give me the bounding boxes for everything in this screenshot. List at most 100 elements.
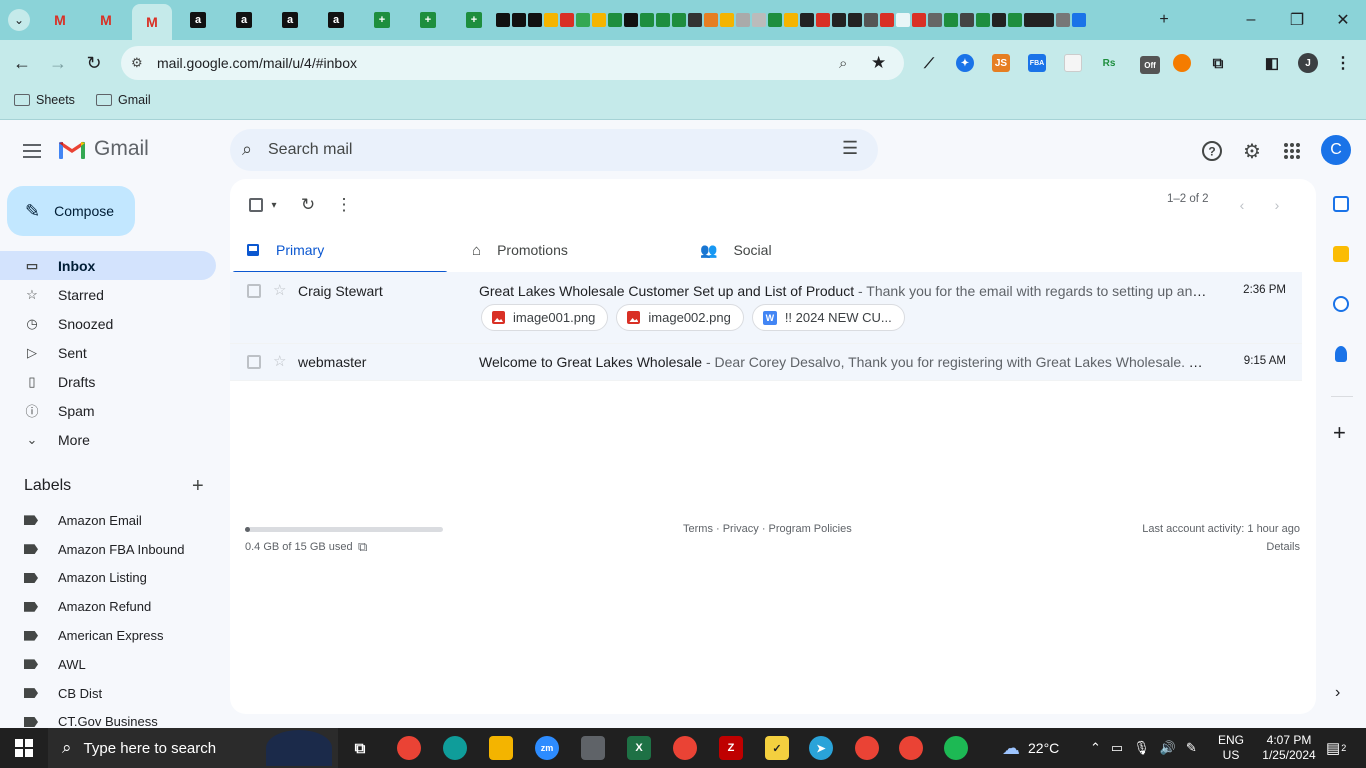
- app-icon[interactable]: [752, 13, 766, 27]
- previous-page-icon[interactable]: ‹: [1230, 193, 1254, 217]
- app-icon[interactable]: [864, 13, 878, 27]
- amazon-icon[interactable]: [512, 13, 526, 27]
- show-side-panel-icon[interactable]: ›: [1335, 684, 1340, 702]
- app-icon[interactable]: [944, 13, 958, 27]
- browser-tab[interactable]: +: [362, 6, 402, 34]
- label-item[interactable]: CB Dist: [0, 679, 216, 708]
- gmail-icon[interactable]: [560, 13, 574, 27]
- app-icon[interactable]: [1072, 13, 1086, 27]
- refresh-icon[interactable]: ↻: [296, 193, 320, 217]
- volume-icon[interactable]: 🔊: [1160, 740, 1176, 756]
- label-item[interactable]: Amazon Listing: [0, 564, 216, 593]
- nav-item-snoozed[interactable]: ◷ Snoozed: [0, 309, 216, 338]
- search-icon[interactable]: ⌕: [242, 139, 252, 160]
- side-panel-icon[interactable]: ◧: [1263, 54, 1281, 72]
- close-window-button[interactable]: ✕: [1320, 0, 1366, 40]
- search-options-icon[interactable]: ☰: [842, 138, 858, 159]
- bookmark-folder-sheets[interactable]: Sheets: [14, 93, 75, 107]
- url-text[interactable]: mail.google.com/mail/u/4/#inbox: [157, 55, 357, 71]
- attachment-chip[interactable]: W !! 2024 NEW CU...: [751, 304, 905, 331]
- forward-button[interactable]: →: [43, 48, 73, 78]
- sheets-icon[interactable]: [640, 13, 654, 27]
- app-icon[interactable]: [848, 13, 862, 27]
- microphone-icon[interactable]: 🎙: [1133, 740, 1150, 756]
- chrome-icon[interactable]: [899, 736, 923, 760]
- chrome-icon[interactable]: [673, 736, 697, 760]
- spotify-icon[interactable]: [944, 736, 968, 760]
- next-page-icon[interactable]: ›: [1265, 193, 1289, 217]
- nav-item-spam[interactable]: ⓘ Spam: [0, 396, 216, 425]
- create-label-plus-icon[interactable]: +: [192, 475, 204, 498]
- minimize-button[interactable]: –: [1228, 0, 1274, 40]
- address-bar[interactable]: ⚙ mail.google.com/mail/u/4/#inbox ⌕ ★: [121, 46, 904, 80]
- pinned-tabs-strip[interactable]: [496, 11, 1086, 29]
- help-icon[interactable]: ?: [1200, 139, 1224, 163]
- new-tab-button[interactable]: +: [1141, 0, 1187, 40]
- more-options-icon[interactable]: ⋮: [332, 193, 356, 217]
- star-icon[interactable]: ☆: [273, 352, 286, 370]
- tab-primary[interactable]: Primary: [230, 227, 450, 274]
- filezilla-icon[interactable]: Z: [719, 736, 743, 760]
- email-row[interactable]: ☆ Craig Stewart Great Lakes Wholesale Cu…: [230, 272, 1302, 344]
- tasks-icon[interactable]: [1333, 296, 1349, 312]
- chrome-icon[interactable]: [397, 736, 421, 760]
- pen-icon[interactable]: ✎: [1186, 740, 1197, 756]
- nav-item-sent[interactable]: ▷ Sent: [0, 338, 216, 367]
- contacts-icon[interactable]: [1335, 346, 1347, 362]
- keep-icon[interactable]: [1333, 246, 1349, 262]
- sheets-icon[interactable]: [608, 13, 622, 27]
- calculator-icon[interactable]: [581, 736, 605, 760]
- app-icon[interactable]: [1056, 13, 1070, 27]
- extension-icon[interactable]: ⟋: [920, 54, 938, 72]
- browser-tab[interactable]: a: [316, 6, 356, 34]
- back-button[interactable]: ←: [7, 48, 37, 78]
- details-link[interactable]: Details: [1266, 541, 1300, 553]
- email-row[interactable]: ☆ webmaster Welcome to Great Lakes Whole…: [230, 344, 1302, 381]
- weather-widget[interactable]: ☁ 22°C: [1002, 728, 1059, 768]
- sheets-icon[interactable]: [656, 13, 670, 27]
- tab-social[interactable]: 👥 Social: [684, 227, 904, 273]
- app-icon[interactable]: [880, 13, 894, 27]
- sheets-icon[interactable]: [672, 13, 686, 27]
- attachment-chip[interactable]: image002.png: [616, 304, 744, 331]
- edge-icon[interactable]: [443, 736, 467, 760]
- extension-icon[interactable]: [1064, 54, 1082, 72]
- google-apps-icon[interactable]: [1280, 139, 1304, 163]
- sticky-notes-icon[interactable]: ✓: [765, 736, 789, 760]
- calendar-icon[interactable]: [1333, 196, 1349, 212]
- email-checkbox[interactable]: [247, 284, 261, 298]
- gmail-logo[interactable]: Gmail: [58, 137, 149, 161]
- search-bar[interactable]: ⌕ ☰: [230, 129, 878, 171]
- sheets-icon[interactable]: [1008, 13, 1022, 27]
- browser-menu-icon[interactable]: ⋮: [1334, 54, 1352, 72]
- zoom-icon[interactable]: ⌕: [839, 55, 847, 72]
- browser-tab[interactable]: +: [454, 6, 494, 34]
- extension-off-icon[interactable]: Off: [1140, 56, 1160, 74]
- tab-promotions[interactable]: ⌂ Promotions: [456, 227, 676, 273]
- extension-icon[interactable]: [1173, 54, 1191, 72]
- profile-avatar[interactable]: J: [1298, 53, 1318, 73]
- app-icon[interactable]: [960, 13, 974, 27]
- browser-tab-active[interactable]: M: [132, 4, 172, 40]
- app-icon[interactable]: [624, 13, 638, 27]
- app-icon[interactable]: [928, 13, 942, 27]
- drive-icon[interactable]: [544, 13, 558, 27]
- label-item[interactable]: Amazon Email: [0, 506, 216, 535]
- zoom-app-icon[interactable]: zm: [535, 736, 559, 760]
- browser-tab[interactable]: M: [86, 6, 126, 34]
- compose-button[interactable]: ✎ Compose: [7, 186, 135, 236]
- nav-item-starred[interactable]: ☆ Starred: [0, 280, 216, 309]
- restore-button[interactable]: ❐: [1274, 0, 1320, 40]
- label-item[interactable]: American Express: [0, 621, 216, 650]
- app-icon[interactable]: [1024, 13, 1054, 27]
- bookmark-star-icon[interactable]: ★: [871, 53, 886, 73]
- app-icon[interactable]: [800, 13, 814, 27]
- amazon-icon[interactable]: [496, 13, 510, 27]
- clock[interactable]: 4:07 PM 1/25/2024: [1258, 728, 1320, 768]
- language-indicator[interactable]: ENG US: [1218, 728, 1244, 768]
- battery-icon[interactable]: ▭: [1111, 740, 1123, 756]
- app-icon[interactable]: [688, 13, 702, 27]
- browser-tab[interactable]: a: [224, 6, 264, 34]
- chevron-up-icon[interactable]: ⌃: [1090, 740, 1101, 756]
- sheets-icon[interactable]: [768, 13, 782, 27]
